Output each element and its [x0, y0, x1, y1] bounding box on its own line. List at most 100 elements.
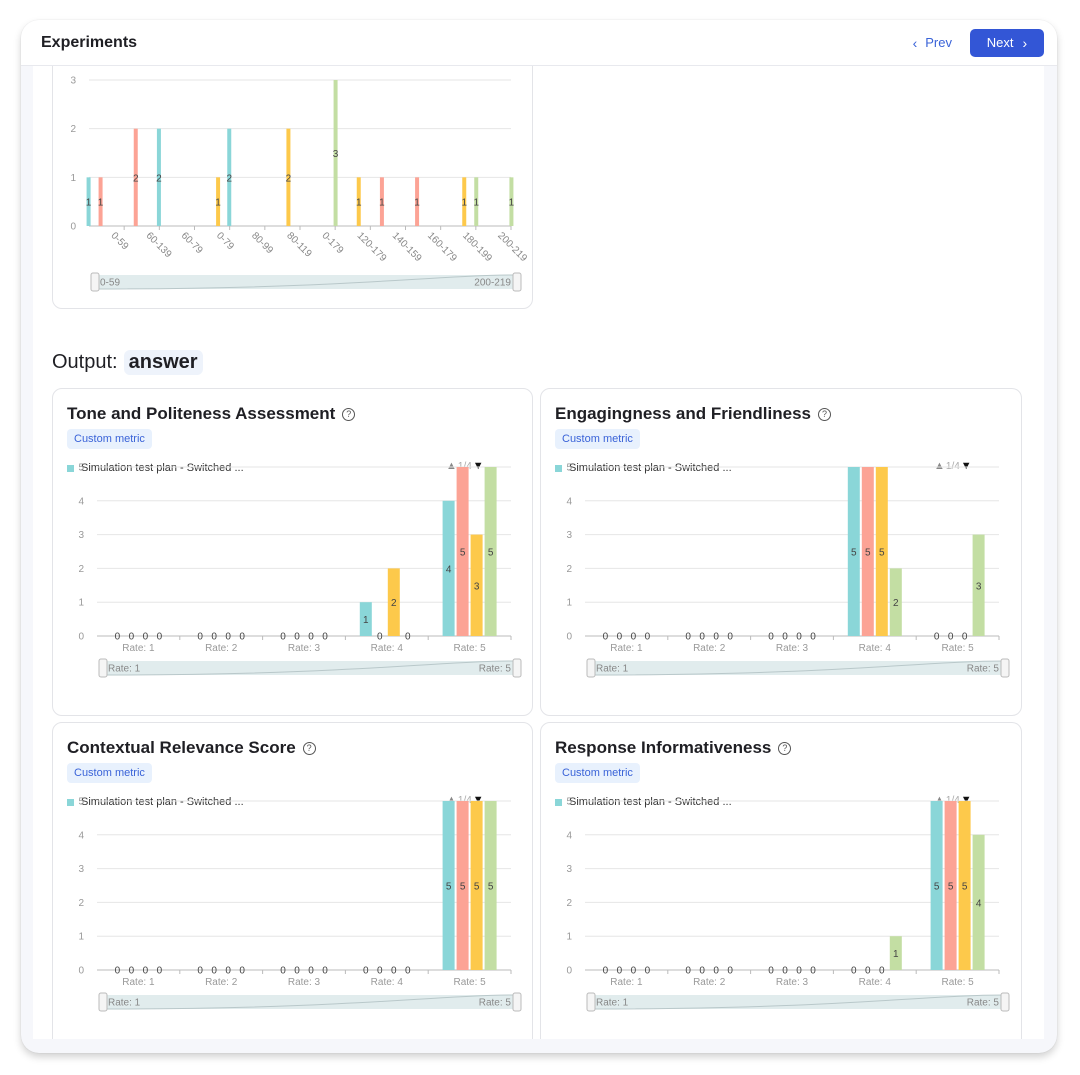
output-prefix: Output:	[52, 351, 118, 373]
x-tick-label: Rate: 4	[859, 977, 892, 988]
next-button[interactable]: Next ›	[970, 28, 1044, 57]
x-tick-label: Rate: 3	[288, 977, 321, 988]
data-label: 0	[322, 632, 328, 643]
slider-start-handle[interactable]	[586, 658, 596, 678]
slider-start-handle[interactable]	[90, 272, 100, 292]
data-label: 0	[948, 632, 954, 643]
slider-end-handle[interactable]	[512, 992, 522, 1012]
x-tick-label: Rate: 1	[610, 643, 643, 654]
y-tick-label: 1	[70, 173, 76, 184]
x-tick-label: Rate: 5	[453, 977, 486, 988]
y-tick-label: 0	[78, 966, 84, 977]
slider-start-label: Rate: 1	[108, 664, 141, 675]
x-tick-label: Rate: 5	[453, 643, 486, 654]
data-label: 1	[98, 198, 104, 209]
slider-start-handle[interactable]	[586, 992, 596, 1012]
metric-card-engagingness: Engagingness and Friendliness ? Custom m…	[540, 388, 1022, 716]
data-label: 0	[377, 966, 383, 977]
slider-end-handle[interactable]	[512, 272, 522, 292]
data-label: 5	[962, 882, 968, 893]
data-label: 0	[617, 632, 623, 643]
data-label: 5	[934, 882, 940, 893]
data-zoom-slider[interactable]: Rate: 1 Rate: 5	[586, 992, 1010, 1012]
slider-end-label: Rate: 5	[967, 998, 1000, 1009]
prev-button[interactable]: ‹ Prev	[913, 35, 952, 50]
prev-label: Prev	[925, 35, 952, 50]
data-label: 0	[617, 966, 623, 977]
y-tick-label: 5	[78, 463, 84, 474]
data-label: 0	[879, 966, 885, 977]
data-label: 0	[157, 632, 163, 643]
slider-start-handle[interactable]	[98, 658, 108, 678]
data-label: 1	[86, 198, 92, 209]
content-area[interactable]: 0 1 2 3 1 1 0-59 2 60-139 2 60-79 1 0-79 2 80-99 2 80-11…	[33, 66, 1044, 1039]
x-tick-label: 120-179	[355, 230, 389, 264]
data-label: 5	[851, 548, 857, 559]
x-tick-label: Rate: 4	[859, 643, 892, 654]
x-tick-label: Rate: 3	[776, 977, 809, 988]
x-tick-label: Rate: 1	[610, 977, 643, 988]
data-label: 5	[460, 882, 466, 893]
data-label: 0	[197, 966, 203, 977]
data-label: 5	[488, 548, 494, 559]
slider-end-label: 200-219	[474, 278, 511, 289]
data-label: 0	[865, 966, 871, 977]
y-tick-label: 5	[78, 797, 84, 808]
data-label: 0	[405, 966, 411, 977]
slider-start-handle[interactable]	[98, 992, 108, 1012]
data-label: 2	[133, 173, 139, 184]
data-label: 0	[280, 632, 286, 643]
x-tick-label: Rate: 3	[288, 643, 321, 654]
chevron-right-icon: ›	[1022, 34, 1028, 51]
data-label: 0	[377, 632, 383, 643]
data-label: 0	[294, 966, 300, 977]
x-tick-label: 0-59	[108, 230, 130, 252]
data-label: 3	[333, 149, 339, 160]
slider-end-handle[interactable]	[1000, 658, 1010, 678]
x-tick-label: 0-79	[214, 230, 236, 252]
slider-end-label: Rate: 5	[967, 664, 1000, 675]
x-tick-label: Rate: 5	[941, 977, 974, 988]
data-label: 0	[851, 966, 857, 977]
data-zoom-slider[interactable]: Rate: 1 Rate: 5	[98, 658, 522, 678]
data-zoom-slider[interactable]: Rate: 1 Rate: 5	[98, 992, 522, 1012]
data-label: 0	[603, 632, 609, 643]
data-label: 1	[363, 615, 369, 626]
x-tick-label: 0-179	[319, 230, 345, 256]
slider-end-label: Rate: 5	[479, 664, 512, 675]
data-label: 0	[115, 632, 121, 643]
slider-end-handle[interactable]	[512, 658, 522, 678]
data-label: 1	[473, 198, 479, 209]
slider-start-label: Rate: 1	[108, 998, 141, 1009]
data-label: 0	[308, 632, 314, 643]
data-label: 0	[645, 632, 651, 643]
data-zoom-slider[interactable]: 0-59 200-219	[90, 272, 522, 292]
bar-chart: 0123450 0 0 0Rate: 10 0 0 0Rate: 20 0 0 0Rate: 35…	[566, 463, 1010, 678]
experiments-window: Experiments ‹ Prev Next › 0 1 2 3 1 1 0-59 2 60-…	[21, 20, 1057, 1053]
data-label: 0	[768, 632, 774, 643]
data-label: 0	[810, 632, 816, 643]
x-tick-label: Rate: 5	[941, 643, 974, 654]
output-heading: Output: answer	[52, 350, 203, 375]
x-tick-label: Rate: 4	[371, 977, 404, 988]
x-tick-label: Rate: 1	[122, 977, 155, 988]
data-zoom-slider[interactable]: Rate: 1 Rate: 5	[586, 658, 1010, 678]
data-label: 0	[699, 632, 705, 643]
x-tick-label: 180-199	[460, 230, 494, 264]
x-tick-label: 60-79	[179, 230, 205, 256]
data-label: 0	[129, 966, 135, 977]
y-tick-label: 2	[70, 124, 76, 135]
data-label: 0	[363, 966, 369, 977]
data-label: 0	[699, 966, 705, 977]
data-label: 0	[713, 632, 719, 643]
data-label: 5	[488, 882, 494, 893]
x-tick-label: 200-219	[495, 230, 529, 264]
data-label: 0	[322, 966, 328, 977]
slider-end-handle[interactable]	[1000, 992, 1010, 1012]
data-label: 0	[934, 632, 940, 643]
data-label: 0	[211, 632, 217, 643]
data-label: 4	[976, 898, 982, 909]
x-tick-label: 80-99	[249, 230, 275, 256]
y-tick-label: 3	[78, 864, 84, 875]
y-tick-label: 5	[566, 463, 572, 474]
